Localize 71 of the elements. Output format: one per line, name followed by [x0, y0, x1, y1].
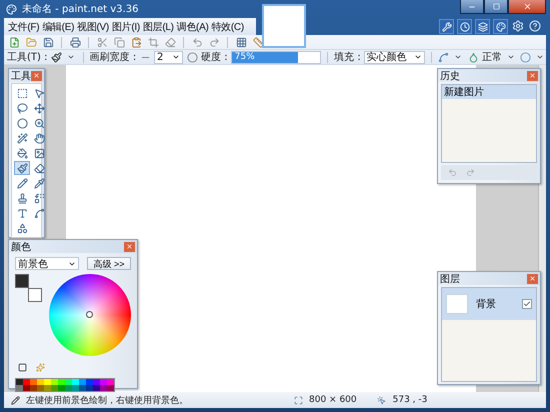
paintbrush-icon[interactable] — [50, 50, 62, 64]
primary-color-swatch[interactable] — [15, 274, 29, 288]
app-icon — [4, 2, 18, 16]
fill-label: 填充 : — [334, 50, 361, 64]
layer-name: 背景 — [476, 298, 497, 311]
visibility-checkbox[interactable] — [522, 299, 532, 309]
close-button[interactable] — [527, 274, 538, 284]
menu-item[interactable]: 编辑(E) — [41, 20, 76, 34]
minimize-button[interactable] — [460, 0, 484, 14]
close-button[interactable] — [124, 242, 135, 252]
brush-width-field[interactable]: 2 — [154, 50, 184, 64]
clock-icon[interactable] — [457, 19, 472, 34]
menu-item[interactable]: 图片(I) — [110, 20, 141, 34]
menu-item[interactable]: 文件(F) — [7, 20, 40, 34]
panel-title: 历史 — [440, 70, 460, 82]
grid-icon[interactable] — [234, 35, 248, 49]
hardness-label: 硬度 : — [201, 50, 228, 64]
more-button[interactable]: 高级 >> — [87, 257, 131, 270]
crop-icon[interactable] — [146, 35, 160, 49]
menu-item[interactable]: 图层(L) — [142, 20, 175, 34]
image-size: 800 × 600 — [309, 395, 357, 405]
close-button[interactable] — [527, 70, 538, 80]
blend-mode-label[interactable]: 正常 — [482, 50, 502, 64]
eraser-icon[interactable] — [163, 35, 177, 49]
maximize-button[interactable] — [484, 0, 508, 14]
maximize-icon — [492, 3, 500, 10]
window-title: 未命名 - paint.net v3.36 — [22, 2, 138, 16]
brush-width-label: 画刷宽度 : — [90, 50, 136, 64]
secondary-color-swatch[interactable] — [28, 288, 42, 302]
antialias-icon[interactable] — [520, 50, 532, 64]
menu-item[interactable]: 调色(A) — [176, 20, 210, 34]
menu-item[interactable]: 视图(V) — [76, 20, 110, 34]
fill-dropdown[interactable]: 实心颜色 — [364, 50, 425, 64]
caret-icon — [172, 53, 180, 61]
menu-item[interactable]: 特效(C) — [210, 20, 245, 34]
close-icon — [529, 72, 536, 79]
tool-label: 工具(T) : — [7, 51, 48, 64]
layer-thumbnail — [446, 294, 468, 314]
cursor-position: 573 , -3 — [392, 395, 428, 405]
increase-icon[interactable] — [186, 50, 198, 64]
blend-icon[interactable] — [467, 50, 479, 64]
color-palette[interactable] — [15, 378, 115, 392]
close-button[interactable] — [31, 70, 42, 80]
close-icon — [529, 275, 536, 282]
history-item[interactable]: 新建图片 — [442, 85, 536, 99]
panel-title: 工具 — [11, 70, 31, 82]
help-icon[interactable] — [528, 19, 542, 33]
layer-item[interactable]: 背景 — [442, 288, 536, 320]
save-icon[interactable] — [41, 35, 55, 49]
caret-icon — [414, 53, 422, 61]
image-thumbnail-tab[interactable] — [262, 4, 306, 48]
settings-icon[interactable] — [511, 19, 525, 33]
color-target-dropdown[interactable]: 前景色 — [15, 257, 79, 270]
panel-title: 图层 — [440, 272, 460, 286]
scissors-icon[interactable] — [95, 35, 109, 49]
copy-icon[interactable] — [112, 35, 126, 49]
printer-icon[interactable] — [68, 35, 82, 49]
close-icon — [33, 72, 40, 79]
close-button[interactable] — [508, 0, 546, 14]
layers-icon[interactable] — [475, 19, 490, 34]
palette-icon[interactable] — [493, 19, 508, 34]
close-icon — [522, 2, 532, 11]
status-hint: 左键使用前景色绘制，右键使用背景色。 — [26, 394, 188, 406]
close-icon — [126, 243, 133, 250]
panel-title: 颜色 — [11, 240, 31, 254]
wrench-icon[interactable] — [439, 19, 454, 34]
curve-icon[interactable] — [438, 50, 450, 64]
ruler-icon[interactable] — [251, 35, 265, 49]
tool-button[interactable] — [14, 161, 30, 175]
color-picker-ring[interactable] — [86, 311, 93, 318]
hardness-reading: 75% — [234, 52, 255, 62]
